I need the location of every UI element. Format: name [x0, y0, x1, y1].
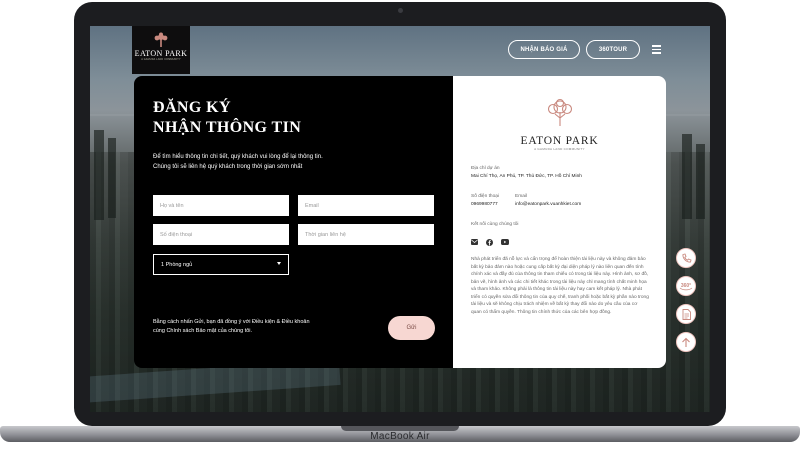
logo-title: EATON PARK — [134, 49, 188, 58]
address-value: Mai Chí Thọ, An Phú, TP. Thủ Đức, TP. Hồ… — [471, 174, 582, 179]
email-label: Email — [515, 194, 527, 199]
tree-logo-icon — [547, 98, 572, 126]
name-input[interactable]: Họ và tên — [153, 195, 289, 216]
submit-button[interactable]: Gửi — [388, 316, 435, 340]
document-icon — [682, 308, 691, 320]
building — [94, 130, 104, 220]
email-value[interactable]: info@eatonpark.vuanhkiet.com — [515, 202, 581, 207]
connect-label: Kết nối cùng chúng tôi — [471, 222, 519, 227]
building — [108, 138, 116, 218]
phone-icon — [682, 252, 692, 262]
form-intro: Để tìm hiểu thông tin chi tiết, quý khác… — [153, 152, 403, 172]
contact-panel: EATON PARK A GAMUDA LAND COMMUNITY Địa c… — [453, 76, 666, 368]
hamburger-menu-icon[interactable] — [652, 45, 661, 54]
social-links — [471, 239, 509, 246]
contact-logo-title: EATON PARK — [520, 135, 599, 147]
360-icon: 360° — [679, 283, 693, 291]
disclaimer-text: Nhà phát triển đã nỗ lực và cẩn trọng để… — [471, 257, 649, 315]
contact-logo-subtitle: A GAMUDA LAND COMMUNITY — [534, 147, 585, 151]
address-label: Địa chỉ dự án — [471, 166, 500, 171]
site-logo[interactable]: EATON PARK A GAMUDA LAND COMMUNITY — [132, 26, 190, 74]
laptop-frame: EATON PARK A GAMUDA LAND COMMUNITY NHẬN … — [74, 2, 726, 426]
email-input[interactable]: Email — [298, 195, 434, 216]
facebook-icon[interactable] — [486, 239, 493, 246]
scroll-top-button[interactable] — [676, 332, 696, 352]
tree-logo-icon — [154, 32, 168, 47]
form-title: ĐĂNG KÝ NHẬN THÔNG TIN — [153, 98, 301, 138]
room-select[interactable]: 1 Phòng ngủ — [153, 254, 289, 275]
phone-value[interactable]: 0969980777 — [471, 202, 498, 207]
contact-logo: EATON PARK A GAMUDA LAND COMMUNITY — [453, 98, 666, 151]
consent-line1: Bằng cách nhấn Gửi, bạn đã đồng ý với Đi… — [153, 319, 310, 325]
phone-label: Số điện thoại — [471, 194, 500, 199]
device-label: MacBook Air — [370, 431, 430, 442]
mail-icon[interactable] — [471, 239, 478, 245]
phone-input[interactable]: Số điện thoại — [153, 224, 289, 245]
screen: EATON PARK A GAMUDA LAND COMMUNITY NHẬN … — [90, 26, 710, 412]
registration-card: ĐĂNG KÝ NHẬN THÔNG TIN Để tìm hiểu thông… — [134, 76, 666, 368]
building — [696, 144, 705, 219]
camera — [398, 8, 403, 13]
youtube-icon[interactable] — [501, 239, 509, 245]
quote-button[interactable]: NHẬN BÁO GIÁ — [508, 40, 580, 59]
room-select-value: 1 Phòng ngủ — [161, 261, 193, 268]
contact-time-input[interactable]: Thời gian liên hệ — [298, 224, 434, 245]
form-title-line1: ĐĂNG KÝ — [153, 99, 231, 116]
chevron-down-icon — [277, 262, 281, 265]
building — [682, 134, 692, 219]
form-title-line2: NHẬN THÔNG TIN — [153, 119, 302, 136]
svg-text:360°: 360° — [681, 283, 691, 289]
intro-line2: Chúng tôi sẽ liên hệ quý khách trong thờ… — [153, 164, 303, 170]
logo-subtitle: A GAMUDA LAND COMMUNITY — [141, 58, 181, 61]
call-button[interactable] — [676, 248, 696, 268]
brochure-button[interactable] — [676, 304, 696, 324]
consent-text: Bằng cách nhấn Gửi, bạn đã đồng ý với Đi… — [153, 318, 353, 336]
consent-line2: cùng Chính sách Bảo mật của chúng tôi. — [153, 328, 253, 334]
tour-button[interactable]: 360TOUR — [586, 40, 640, 59]
arrow-up-icon — [682, 337, 690, 347]
form-panel: ĐĂNG KÝ NHẬN THÔNG TIN Để tìm hiểu thông… — [134, 76, 453, 368]
intro-line1: Để tìm hiểu thông tin chi tiết, quý khác… — [153, 154, 323, 160]
tour-360-button[interactable]: 360° — [676, 276, 696, 296]
